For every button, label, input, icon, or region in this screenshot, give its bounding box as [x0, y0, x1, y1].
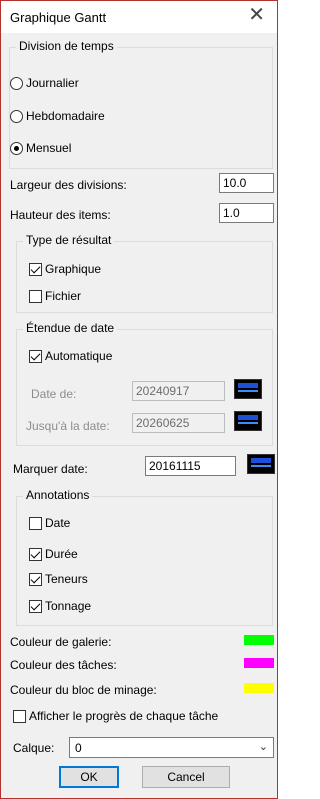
checkbox-checked-icon	[29, 262, 42, 276]
checkbox-checked-icon	[29, 572, 42, 586]
blast-block-color-swatch[interactable]	[244, 683, 274, 693]
checkbox-graphique-label: Graphique	[45, 262, 102, 276]
division-width-label: Largeur des divisions:	[10, 178, 127, 192]
checkbox-date-label: Date	[45, 516, 71, 530]
chevron-down-icon: ⌄	[258, 741, 268, 753]
item-height-label: Hauteur des items:	[10, 208, 111, 222]
result-type-label: Type de résultat	[23, 233, 115, 247]
gallery-color-label: Couleur de galerie:	[10, 635, 112, 649]
checkbox-graphique[interactable]: Graphique	[29, 262, 101, 276]
tasks-color-swatch[interactable]	[244, 658, 274, 668]
gallery-color-swatch[interactable]	[244, 635, 274, 645]
checkbox-checked-icon	[29, 599, 42, 613]
ok-button[interactable]: OK	[59, 766, 119, 788]
radio-mensuel[interactable]: Mensuel	[10, 141, 71, 155]
blast-block-color-label: Couleur du bloc de minage:	[10, 683, 157, 697]
gantt-dialog: Graphique Gantt ✕ Division de temps Jour…	[0, 0, 278, 799]
checkbox-tonnage[interactable]: Tonnage	[29, 599, 91, 613]
radio-mensuel-label: Mensuel	[26, 141, 72, 155]
checkbox-automatique-label: Automatique	[45, 349, 113, 363]
radio-selected-icon	[10, 141, 23, 155]
mark-date-label: Marquer date:	[13, 462, 88, 476]
radio-hebdomadaire[interactable]: Hebdomadaire	[10, 109, 105, 123]
checkbox-icon	[29, 516, 42, 530]
layer-value: 0	[75, 741, 82, 755]
checkbox-show-progress[interactable]: Afficher le progrès de chaque tâche	[13, 709, 218, 723]
checkbox-duree[interactable]: Durée	[29, 547, 78, 561]
checkbox-checked-icon	[29, 349, 42, 363]
date-to-calendar-icon[interactable]	[234, 411, 262, 431]
checkbox-teneurs-label: Teneurs	[45, 572, 88, 586]
layer-label: Calque:	[13, 741, 55, 755]
division-width-input[interactable]: 10.0	[219, 173, 274, 193]
annotations-label: Annotations	[23, 488, 93, 502]
layer-select[interactable]: 0 ⌄	[69, 737, 274, 758]
date-from-calendar-icon[interactable]	[234, 379, 262, 399]
checkbox-duree-label: Durée	[45, 547, 78, 561]
cancel-button[interactable]: Cancel	[142, 766, 230, 788]
tasks-color-label: Couleur des tâches:	[10, 658, 117, 672]
checkbox-automatique[interactable]: Automatique	[29, 349, 112, 363]
checkbox-fichier[interactable]: Fichier	[29, 289, 81, 303]
checkbox-teneurs[interactable]: Teneurs	[29, 572, 88, 586]
date-range-label: Étendue de date	[23, 321, 118, 335]
window-title: Graphique Gantt	[10, 10, 107, 25]
show-progress-label: Afficher le progrès de chaque tâche	[29, 709, 219, 723]
mark-date-input[interactable]: 20161115	[145, 456, 236, 476]
radio-hebdomadaire-label: Hebdomadaire	[26, 109, 105, 123]
mark-date-calendar-icon[interactable]	[247, 454, 275, 474]
radio-journalier-label: Journalier	[26, 76, 79, 90]
date-from-input[interactable]: 20240917	[132, 381, 225, 401]
checkbox-fichier-label: Fichier	[45, 289, 82, 303]
date-to-input[interactable]: 20260625	[132, 413, 225, 433]
radio-icon	[10, 109, 23, 123]
radio-journalier[interactable]: Journalier	[10, 76, 79, 90]
date-from-label: Date de:	[31, 387, 77, 401]
date-to-label: Jusqu'à la date:	[26, 419, 110, 433]
radio-icon	[10, 76, 23, 90]
checkbox-date[interactable]: Date	[29, 516, 70, 530]
item-height-input[interactable]: 1.0	[219, 203, 274, 223]
checkbox-icon	[13, 709, 26, 723]
time-division-label: Division de temps	[16, 39, 117, 53]
title-bar: Graphique Gantt ✕	[1, 1, 277, 33]
checkbox-tonnage-label: Tonnage	[45, 599, 92, 613]
checkbox-checked-icon	[29, 547, 42, 561]
close-icon[interactable]: ✕	[248, 5, 265, 25]
checkbox-icon	[29, 289, 42, 303]
